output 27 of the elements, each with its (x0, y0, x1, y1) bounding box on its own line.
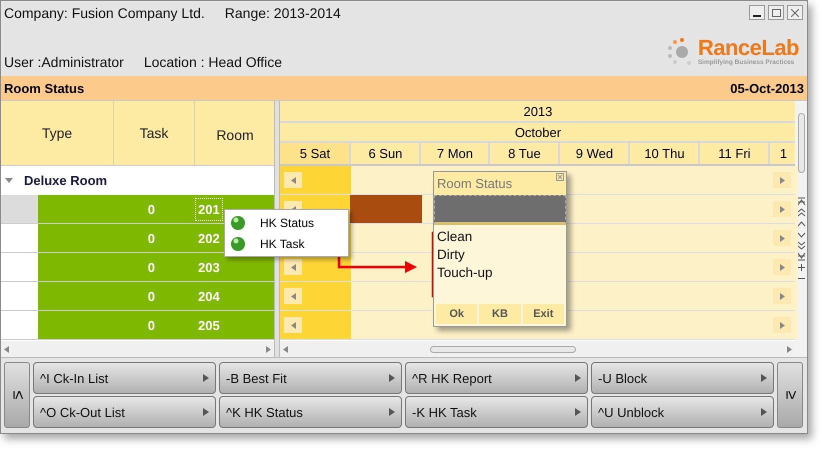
company-label: Company: Fusion Company Ltd. (4, 5, 205, 21)
column-header: Type (1, 101, 113, 165)
column-header: Task (114, 101, 194, 165)
location-label: Location : Head Office (144, 54, 282, 70)
day-header: 5 Sat (280, 143, 350, 164)
logo-wordmark: RanceLab (698, 36, 799, 58)
task-cell: 0 (38, 195, 193, 223)
current-date: 05-Oct-2013 (730, 80, 804, 96)
screen-title: Room Status (4, 80, 84, 96)
day-header: 6 Sun (351, 143, 420, 164)
range-label: Range: 2013-2014 (224, 5, 341, 21)
task-cell: 0 (38, 311, 193, 339)
day-header: 8 Tue (490, 143, 558, 164)
user-label: User :Administrator (4, 54, 124, 70)
task-cell: 0 (38, 282, 193, 310)
day-header: 11 Fri (700, 143, 768, 164)
day-header: 10 Thu (630, 143, 698, 164)
dialog-title: Room Status (437, 176, 512, 191)
task-cell: 0 (38, 224, 193, 252)
task-cell: 0 (38, 253, 193, 281)
room-type-group: Deluxe Room (24, 173, 108, 188)
day-header: 9 Wed (560, 143, 628, 164)
day-header: 7 Mon (421, 143, 488, 164)
month-header: October (280, 123, 796, 143)
column-header: Room (195, 101, 275, 165)
year-header: 2013 (280, 101, 796, 123)
day-header: 1 (770, 143, 796, 164)
